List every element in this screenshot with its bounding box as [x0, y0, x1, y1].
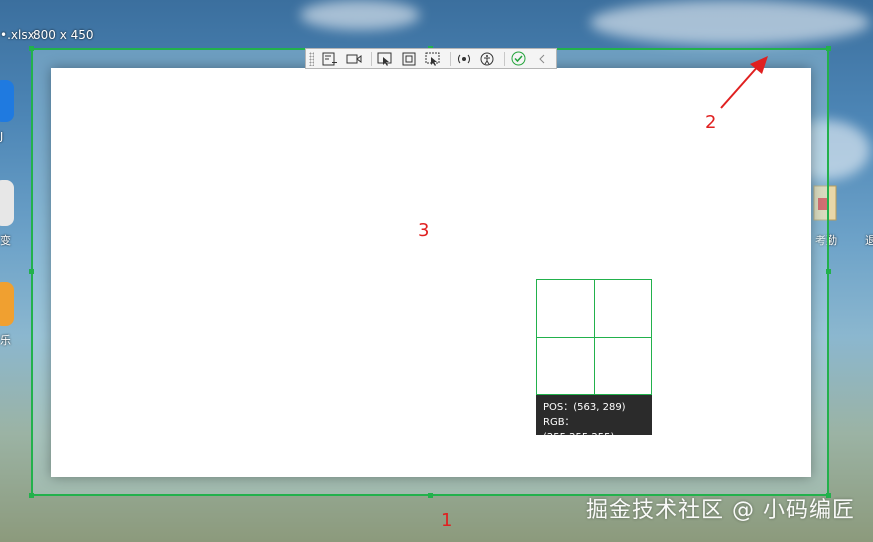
cloud	[590, 0, 870, 45]
resize-handle[interactable]	[29, 46, 34, 51]
confirm-check-icon[interactable]	[508, 50, 528, 68]
drag-grip-icon[interactable]	[309, 51, 315, 66]
desktop-icon-label: 变	[0, 234, 11, 247]
watermark-text: 掘金技术社区 @ 小码编匠	[586, 498, 855, 523]
capture-toolbar	[305, 48, 557, 69]
add-frame-icon[interactable]	[320, 50, 340, 68]
toolbar-separator	[371, 51, 373, 66]
ocr-icon[interactable]	[454, 50, 474, 68]
selection-size-label: 800 x 450	[33, 28, 94, 42]
collapse-chevron-icon[interactable]	[532, 50, 552, 68]
pos-readout: POS：(563, 289)	[543, 402, 626, 413]
toolbar-separator	[449, 51, 451, 66]
cloud	[300, 0, 420, 30]
desktop-app-icon[interactable]	[0, 80, 14, 122]
file-name-label: •.xlsx	[0, 28, 35, 42]
toolbar-separator	[504, 51, 506, 66]
desktop-icon-label: J	[0, 130, 4, 143]
select-custom-icon[interactable]	[423, 50, 443, 68]
annotation-label-1: 1	[441, 510, 453, 531]
rgb-readout: RGB：(255,255,255)	[543, 417, 615, 443]
music-app-icon[interactable]	[0, 282, 14, 326]
captured-window	[51, 68, 811, 477]
accessibility-icon[interactable]	[477, 50, 497, 68]
resize-handle[interactable]	[29, 269, 34, 274]
desktop-icon-label: 乐	[0, 334, 11, 347]
annotation-label-2: 2	[705, 112, 717, 133]
annotation-label-3: 3	[418, 220, 430, 241]
resize-handle[interactable]	[29, 493, 34, 498]
magnifier-loupe	[536, 279, 652, 395]
resize-handle[interactable]	[826, 269, 831, 274]
select-region-icon[interactable]	[399, 50, 419, 68]
resize-handle[interactable]	[428, 493, 433, 498]
pixel-info-panel: POS：(563, 289) RGB：(255,255,255)	[536, 395, 652, 443]
select-window-icon[interactable]	[375, 50, 395, 68]
crosshair-horizontal	[537, 337, 651, 338]
qq-icon[interactable]	[0, 180, 14, 226]
resize-handle[interactable]	[826, 46, 831, 51]
annotation-arrow	[720, 56, 768, 109]
file-label: 退	[865, 234, 873, 247]
record-video-icon[interactable]	[344, 50, 364, 68]
